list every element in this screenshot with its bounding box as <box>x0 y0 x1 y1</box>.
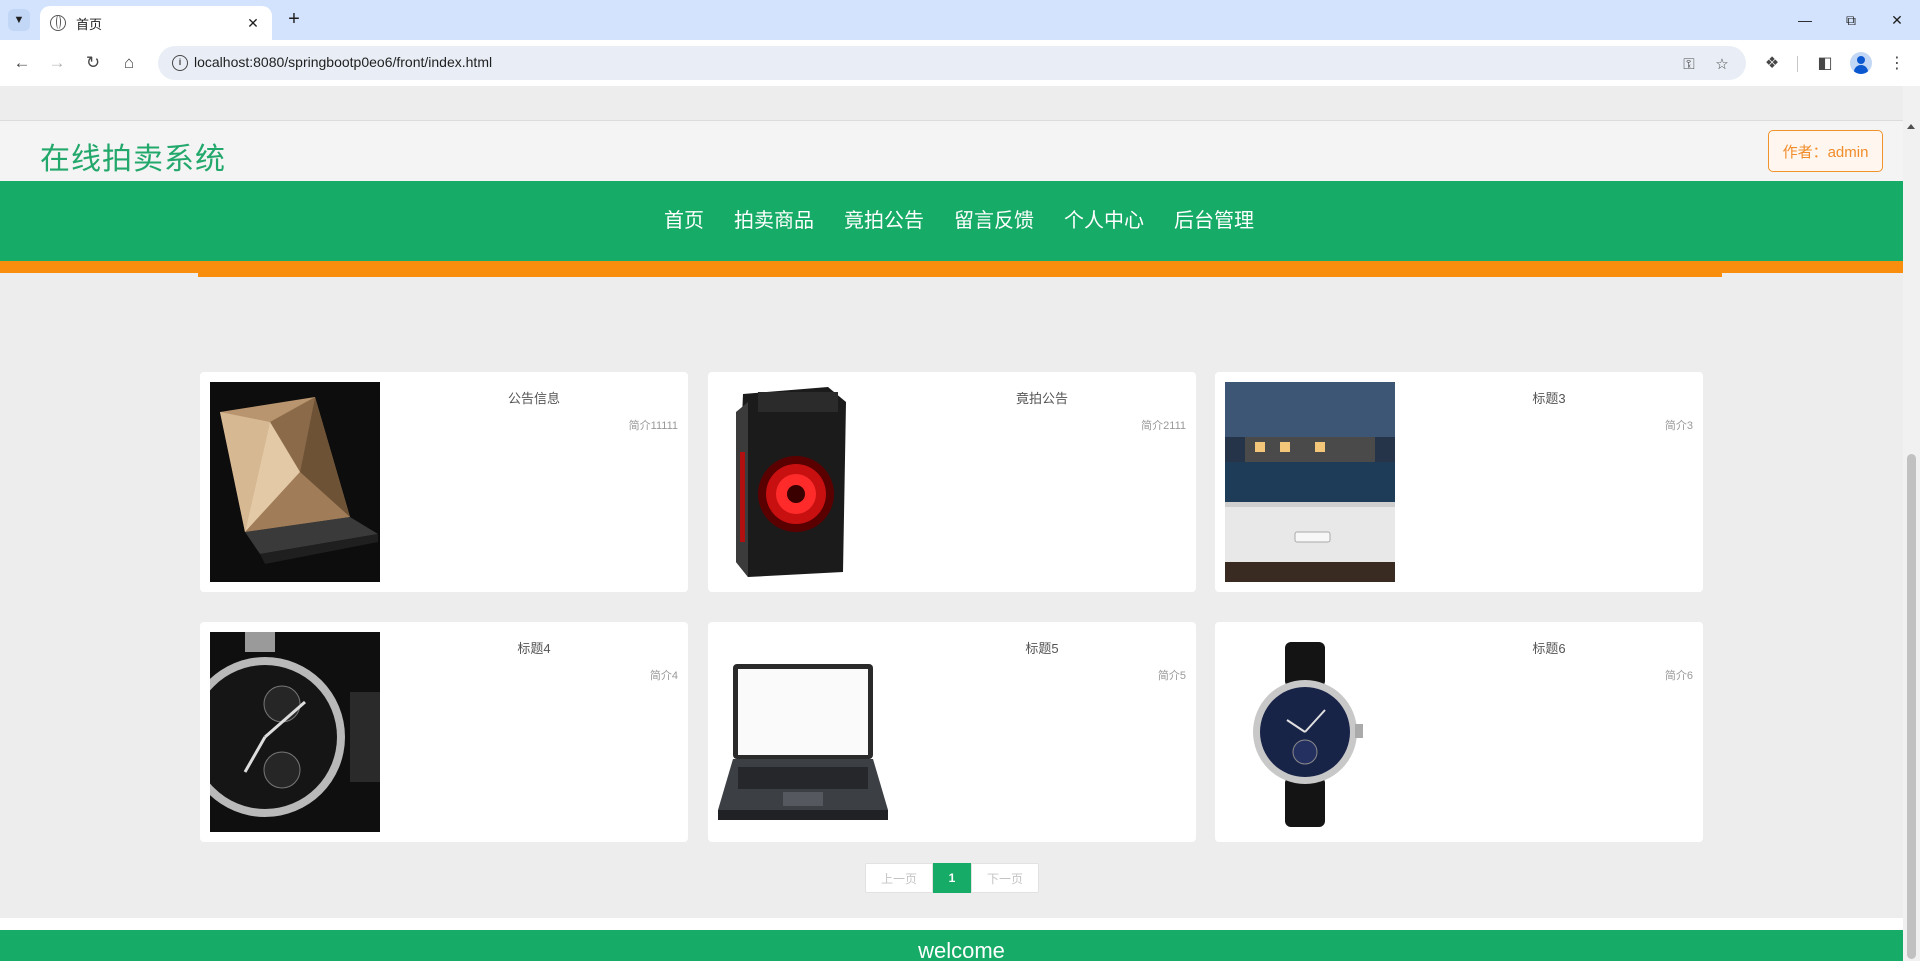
author-badge[interactable]: 作者：admin <box>1768 130 1883 172</box>
news-card[interactable]: 标题5 简介5 <box>708 622 1196 842</box>
card-title: 标题4 <box>517 641 551 656</box>
card-title: 标题6 <box>1532 641 1566 656</box>
card-subtitle: 简介5 <box>1157 670 1186 682</box>
news-card[interactable]: 竟拍公告 简介2111 <box>708 372 1196 592</box>
page-viewport: 在线拍卖系统 作者：admin 首页 拍卖商品 竟拍公告 留言反馈 个人中心 后… <box>0 86 1920 961</box>
news-card[interactable]: 标题4 简介4 <box>200 622 688 842</box>
prev-page-button[interactable]: 上一页 <box>865 863 933 893</box>
nav-item-home[interactable]: 首页 <box>664 204 704 233</box>
chronograph-watch-image[interactable] <box>210 632 380 832</box>
new-tab-button[interactable]: + <box>282 8 306 32</box>
pagination: 上一页 1 下一页 <box>865 863 1039 893</box>
close-window-button[interactable]: ✕ <box>1874 0 1920 40</box>
nav-item-bidding-notice[interactable]: 竟拍公告 <box>844 204 924 233</box>
card-subtitle: 简介2111 <box>1141 420 1186 432</box>
card-subtitle: 简介11111 <box>628 420 678 432</box>
reload-icon: ↻ <box>85 53 101 72</box>
tab-search-button[interactable]: ▼ <box>8 9 30 31</box>
home-button[interactable]: ⌂ <box>116 50 142 76</box>
site-title: 在线拍卖系统 <box>40 143 226 176</box>
forward-button[interactable]: → <box>44 50 70 76</box>
site-header: 在线拍卖系统 作者：admin <box>0 120 1903 181</box>
reload-button[interactable]: ↻ <box>80 50 106 76</box>
side-panel-icon[interactable]: ◧ <box>1812 50 1838 76</box>
minimize-button[interactable]: — <box>1782 0 1828 40</box>
card-title: 标题5 <box>1025 641 1059 656</box>
page-body: 在线拍卖系统 作者：admin 首页 拍卖商品 竟拍公告 留言反馈 个人中心 后… <box>0 86 1903 961</box>
close-tab-icon[interactable]: ✕ <box>244 15 262 32</box>
tab-title: 首页 <box>76 16 103 32</box>
news-card[interactable]: 公告信息 简介11111 <box>200 372 688 592</box>
card-title: 竟拍公告 <box>1015 391 1068 406</box>
current-page-button[interactable]: 1 <box>933 863 971 893</box>
restore-button[interactable]: ⧉ <box>1828 0 1874 40</box>
leather-watch-image[interactable] <box>1225 632 1395 832</box>
home-icon: ⌂ <box>123 53 135 72</box>
card-subtitle: 简介6 <box>1664 670 1693 682</box>
arrow-right-icon: → <box>48 53 66 72</box>
next-page-button[interactable]: 下一页 <box>971 863 1039 893</box>
key-icon[interactable]: ⚿ <box>1678 53 1700 75</box>
back-button[interactable]: ← <box>9 50 35 76</box>
news-card[interactable]: 标题3 简介3 <box>1215 372 1703 592</box>
main-nav: 首页 拍卖商品 竟拍公告 留言反馈 个人中心 后台管理 <box>0 181 1903 261</box>
footer-spacer <box>0 918 1903 930</box>
arrow-left-icon: ← <box>13 53 31 72</box>
chevron-down-icon: ▼ <box>13 14 25 26</box>
laptop-gold-image[interactable] <box>210 382 380 582</box>
accent-bar <box>0 261 1903 273</box>
toolbar-divider <box>1797 56 1798 72</box>
more-menu-icon[interactable]: ⋮ <box>1884 50 1910 76</box>
card-title: 标题3 <box>1532 391 1566 406</box>
browser-toolbar: ← → ↻ ⌂ i localhost:8080/springbootp0eo6… <box>0 40 1920 86</box>
browser-tab[interactable]: 首页 ✕ <box>40 6 272 40</box>
pc-case-image[interactable] <box>718 382 888 582</box>
url-text[interactable]: localhost:8080/springbootp0eo6/front/ind… <box>194 54 492 70</box>
nav-item-admin[interactable]: 后台管理 <box>1174 204 1254 233</box>
scroll-up-icon[interactable] <box>1907 124 1915 129</box>
card-subtitle: 简介4 <box>649 670 678 682</box>
address-bar[interactable]: i localhost:8080/springbootp0eo6/front/i… <box>158 46 1746 80</box>
nav-item-profile[interactable]: 个人中心 <box>1064 204 1144 233</box>
bookmark-star-icon[interactable]: ☆ <box>1711 53 1733 75</box>
news-card[interactable]: 标题6 简介6 <box>1215 622 1703 842</box>
card-subtitle: 简介3 <box>1664 420 1693 432</box>
globe-icon <box>50 15 66 31</box>
accent-bar-inner <box>198 273 1722 277</box>
browser-tab-strip: ▼ 首页 ✕ + — ⧉ ✕ <box>0 0 1920 40</box>
scrollbar-thumb[interactable] <box>1907 454 1916 959</box>
card-title: 公告信息 <box>507 391 560 406</box>
footer-text: welcome <box>918 938 1005 961</box>
laptop-open-image[interactable] <box>718 632 888 832</box>
nav-item-feedback[interactable]: 留言反馈 <box>954 204 1034 233</box>
extensions-icon[interactable]: ❖ <box>1759 50 1785 76</box>
site-info-icon[interactable]: i <box>172 55 188 71</box>
nav-item-auction-goods[interactable]: 拍卖商品 <box>734 204 814 233</box>
profile-avatar-icon[interactable] <box>1850 52 1872 74</box>
projector-image[interactable] <box>1225 382 1395 582</box>
site-footer: welcome <box>0 930 1903 961</box>
vertical-scrollbar[interactable] <box>1903 86 1920 961</box>
